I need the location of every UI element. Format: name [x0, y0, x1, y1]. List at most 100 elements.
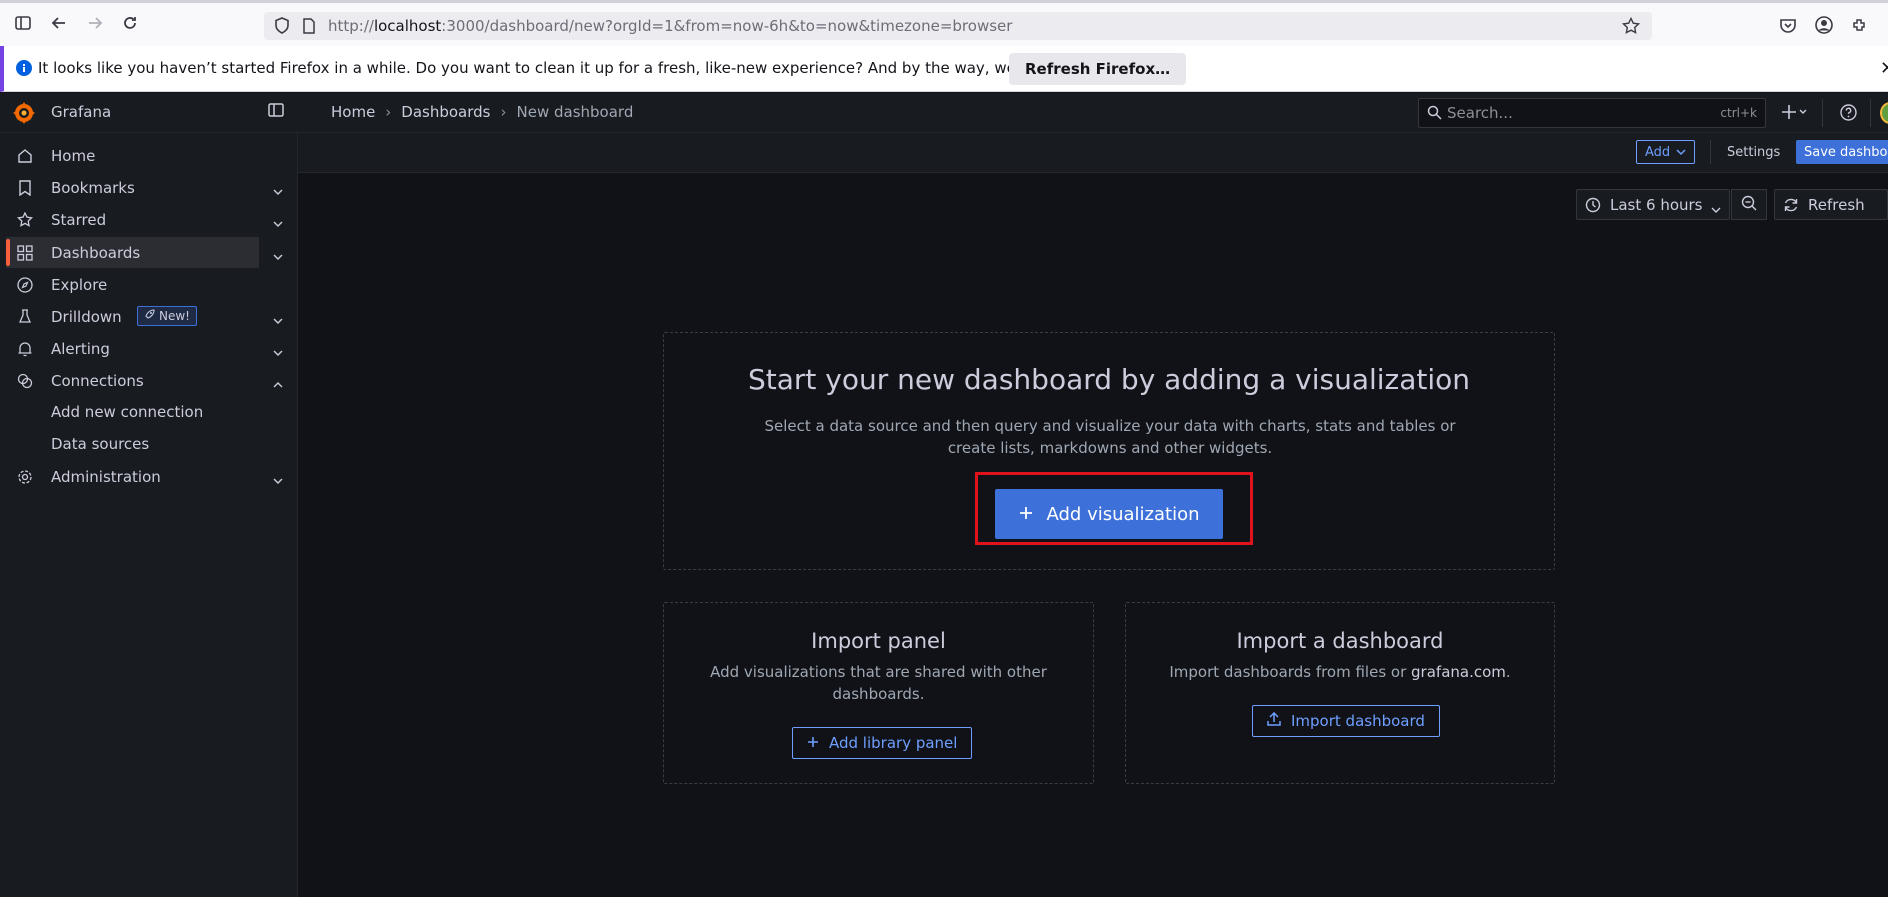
chevron-up-icon[interactable] — [273, 375, 285, 387]
settings-label: Settings — [1727, 144, 1781, 160]
sidebar-item-explore[interactable]: Explore — [6, 269, 259, 300]
close-icon[interactable]: ✕ — [1880, 58, 1888, 79]
chevron-down-icon — [1711, 200, 1721, 218]
refresh-icon — [1783, 197, 1799, 217]
sidebar-toggle-icon[interactable] — [11, 11, 35, 35]
chevron-down-icon[interactable] — [273, 343, 285, 356]
shield-icon[interactable] — [274, 17, 290, 38]
import-dashboard-card: Import a dashboard Import dashboards fro… — [1125, 602, 1555, 784]
import-dashboard-desc-suffix: . — [1505, 663, 1511, 681]
back-arrow-icon[interactable] — [47, 11, 71, 35]
upload-icon — [1267, 711, 1281, 730]
import-dashboard-title: Import a dashboard — [1236, 629, 1444, 653]
save-dashboard-button[interactable]: Save dashboard — [1796, 140, 1888, 164]
home-icon — [16, 147, 34, 165]
chevron-down-icon[interactable] — [273, 247, 285, 260]
chevron-down-icon[interactable] — [273, 311, 285, 324]
dock-menu-icon[interactable] — [268, 102, 288, 122]
divider — [1822, 99, 1823, 127]
breadcrumb-home[interactable]: Home — [331, 103, 375, 121]
import-panel-description: Add visualizations that are shared with … — [710, 663, 1047, 703]
empty-state-title: Start your new dashboard by adding a vis… — [747, 363, 1471, 396]
url-text: http://localhost:3000/dashboard/new?orgI… — [328, 17, 1012, 35]
browser-toolbar: http://localhost:3000/dashboard/new?orgI… — [0, 0, 1888, 46]
plus-icon — [807, 734, 819, 752]
zoom-out-button[interactable] — [1731, 189, 1767, 220]
sidebar-item-label: Connections — [51, 371, 144, 390]
bookmark-icon — [16, 179, 34, 197]
refresh-label: Refresh — [1808, 195, 1865, 214]
sidebar-item-data-sources[interactable]: Data sources — [51, 435, 149, 453]
star-bookmark-icon[interactable] — [1621, 16, 1641, 39]
empty-state-description: Select a data source and then query and … — [764, 417, 1456, 457]
search-placeholder: Search... — [1447, 104, 1513, 122]
clock-icon — [1585, 197, 1601, 217]
import-dashboard-description: Import dashboards from files or grafana.… — [1166, 661, 1514, 683]
drilldown-icon — [16, 308, 34, 326]
sidebar-item-connections[interactable]: Connections — [6, 365, 283, 396]
sidebar-item-label: Starred — [51, 210, 107, 229]
sidebar-item-home[interactable]: Home — [6, 140, 259, 171]
add-label: Add — [1645, 144, 1671, 160]
chevron-down-icon[interactable] — [273, 182, 285, 195]
reload-icon[interactable] — [118, 11, 142, 35]
chevron-down-icon — [1676, 145, 1686, 160]
help-icon[interactable] — [1840, 104, 1857, 125]
sidebar-item-label: Administration — [51, 467, 161, 486]
badge-label: New! — [159, 309, 190, 323]
import-dashboard-button[interactable]: Import dashboard — [1252, 705, 1440, 737]
search-input[interactable]: Search... ctrl+k — [1418, 98, 1766, 128]
sidebar-item-label: Alerting — [51, 339, 110, 358]
apps-grid-icon — [16, 244, 34, 262]
chevron-down-icon[interactable] — [273, 471, 285, 484]
add-dropdown-button[interactable]: Add — [1636, 140, 1696, 164]
chevron-down-icon[interactable] — [273, 214, 285, 227]
add-library-panel-label: Add library panel — [829, 734, 958, 752]
url-path: :3000/dashboard/new?orgId=1&from=now-6h&… — [441, 17, 1013, 35]
refresh-button[interactable]: Refresh — [1774, 189, 1888, 220]
sidebar-item-label: Dashboards — [51, 243, 141, 262]
url-prefix: http:// — [328, 17, 374, 35]
new-plus-icon[interactable] — [1782, 103, 1810, 125]
sidebar-item-starred[interactable]: Starred — [6, 204, 283, 235]
sidebar-item-drilldown[interactable]: Drilldown New! — [6, 301, 283, 332]
sidebar-item-bookmarks[interactable]: Bookmarks — [6, 172, 283, 203]
grafana-topbar: Grafana Home › Dashboards › New dashboar… — [0, 93, 1888, 133]
address-bar[interactable]: http://localhost:3000/dashboard/new?orgI… — [264, 12, 1652, 40]
extensions-icon[interactable] — [1848, 13, 1872, 37]
settings-button[interactable]: Settings — [1710, 140, 1788, 164]
import-dashboard-label: Import dashboard — [1291, 712, 1425, 730]
forward-arrow-icon[interactable] — [83, 11, 107, 35]
bell-icon — [16, 340, 34, 358]
import-panel-card: Import panel Add visualizations that are… — [663, 602, 1094, 784]
sidebar-item-administration[interactable]: Administration — [6, 461, 283, 492]
add-library-panel-button[interactable]: Add library panel — [792, 727, 973, 759]
pocket-icon[interactable] — [1776, 13, 1800, 37]
sidebar-item-dashboards[interactable]: Dashboards — [6, 237, 283, 268]
grafana-com-link[interactable]: grafana.com — [1411, 663, 1506, 681]
sidebar-item-label: Bookmarks — [51, 178, 135, 197]
save-label: Save dashboard — [1804, 144, 1888, 160]
highlight-box — [975, 472, 1253, 545]
import-panel-title: Import panel — [811, 629, 946, 653]
sidebar-item-alerting[interactable]: Alerting — [6, 333, 283, 364]
breadcrumb-separator-icon: › — [500, 103, 507, 121]
url-host: localhost — [373, 17, 442, 35]
sidebar: Home Bookmarks Starred Dashboards Explor… — [0, 133, 298, 897]
time-range-picker[interactable]: Last 6 hours — [1576, 189, 1730, 220]
avatar[interactable] — [1880, 102, 1888, 124]
notification-bar: It looks like you haven’t started Firefo… — [0, 46, 1888, 92]
grafana-logo-icon[interactable] — [12, 101, 36, 125]
link-icon — [16, 372, 34, 390]
refresh-firefox-button[interactable]: Refresh Firefox… — [1009, 53, 1187, 85]
page-info-icon[interactable] — [302, 18, 316, 38]
breadcrumb-dashboards[interactable]: Dashboards — [401, 103, 490, 121]
zoom-out-icon — [1741, 195, 1757, 215]
sidebar-item-add-new-connection[interactable]: Add new connection — [51, 403, 203, 421]
time-range-label: Last 6 hours — [1610, 195, 1703, 214]
compass-icon — [16, 276, 34, 294]
account-icon[interactable] — [1812, 13, 1836, 37]
divider — [1870, 99, 1871, 127]
import-dashboard-desc-text: Import dashboards from files or — [1169, 663, 1412, 681]
star-icon — [16, 211, 34, 229]
